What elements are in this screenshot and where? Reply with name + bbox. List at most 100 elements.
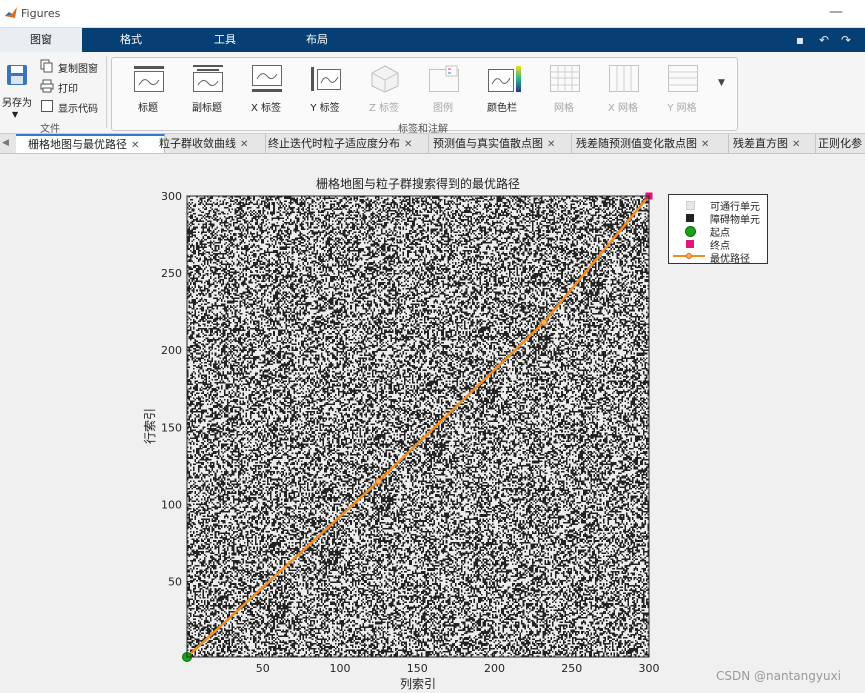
chart-title: 栅格地图与粒子群搜索得到的最优路径 bbox=[316, 176, 520, 191]
printer-icon bbox=[40, 79, 54, 93]
doc-tab-grid-map[interactable]: 栅格地图与最优路径 ✕ bbox=[16, 134, 165, 153]
x-axis-label: 列索引 bbox=[400, 677, 436, 691]
x-tick-label: 150 bbox=[407, 662, 428, 675]
doc-tab-label: 栅格地图与最优路径 bbox=[28, 138, 127, 151]
title-button[interactable]: 标题 bbox=[120, 62, 176, 114]
legend-marker-start bbox=[685, 226, 696, 237]
close-icon[interactable]: ✕ bbox=[547, 139, 555, 150]
show-code-label: 显示代码 bbox=[58, 104, 98, 115]
save-as-dropdown-icon[interactable]: ▼ bbox=[12, 110, 18, 119]
close-icon[interactable]: ✕ bbox=[131, 140, 139, 151]
ygrid-button[interactable]: Y 网格 bbox=[654, 62, 710, 114]
xlabel-button[interactable]: X 标签 bbox=[238, 62, 294, 114]
y-tick-label: 50 bbox=[168, 575, 182, 588]
xlabel-icon bbox=[252, 65, 282, 92]
legend-entry-obstacle: 障碍物单元 bbox=[669, 211, 767, 226]
x-tick-label: 50 bbox=[256, 662, 270, 675]
ylabel-button[interactable]: Y 标签 bbox=[297, 62, 353, 114]
undo-icon[interactable]: ↶ bbox=[816, 32, 832, 48]
legend-marker-obstacle bbox=[686, 214, 694, 222]
minimize-button[interactable]: — bbox=[829, 4, 843, 20]
doc-tab-residual-scatter[interactable]: 残差随预测值变化散点图 ✕ bbox=[570, 134, 729, 153]
y-tick-label: 200 bbox=[161, 344, 182, 357]
tab-figure[interactable]: 图窗 bbox=[0, 28, 82, 52]
path-waypoint bbox=[375, 477, 383, 485]
ygrid-button-label: Y 网格 bbox=[667, 103, 697, 114]
colorbar-button-label: 颜色栏 bbox=[487, 103, 517, 114]
save-as-button[interactable]: 另存为 ▼ bbox=[0, 58, 34, 120]
print-button[interactable]: 打印 bbox=[40, 78, 104, 96]
doc-tab-regularization[interactable]: 正则化参 bbox=[814, 134, 865, 153]
title-icon bbox=[134, 66, 164, 92]
doc-tab-residual-hist[interactable]: 残差直方图 ✕ bbox=[727, 134, 816, 153]
subtitle-button-label: 副标题 bbox=[192, 103, 222, 114]
doc-tab-label: 预测值与真实值散点图 bbox=[433, 137, 543, 150]
file-group: 另存为 ▼ 复制图窗 打印 显示代码 文件 bbox=[0, 52, 104, 135]
grid-button[interactable]: 网格 bbox=[536, 62, 592, 114]
ribbon-separator bbox=[106, 56, 107, 128]
legend-marker-free bbox=[686, 201, 695, 210]
copy-figure-button[interactable]: 复制图窗 bbox=[40, 58, 104, 76]
redo-icon[interactable]: ↷ bbox=[838, 32, 854, 48]
y-tick-label: 150 bbox=[161, 421, 182, 434]
y-tick-label: 300 bbox=[161, 190, 182, 203]
y-axis-label: 行索引 bbox=[143, 408, 157, 444]
doc-tab-pred-vs-true[interactable]: 预测值与真实值散点图 ✕ bbox=[427, 134, 572, 153]
colorbar-icon bbox=[488, 66, 521, 92]
show-code-checkbox[interactable]: 显示代码 bbox=[40, 98, 104, 116]
print-label: 打印 bbox=[58, 84, 78, 95]
figure-canvas: 栅格地图与粒子群搜索得到的最优路径 50 100 150 200 250 300 50 100… bbox=[0, 154, 865, 693]
doc-tab-label: 残差随预测值变化散点图 bbox=[576, 137, 697, 150]
ribbon-expand-icon[interactable]: ▼ bbox=[718, 78, 725, 88]
y-tick-label: 100 bbox=[161, 498, 182, 511]
tab-layout[interactable]: 布局 bbox=[272, 28, 362, 52]
zlabel-button-label: Z 标签 bbox=[368, 103, 400, 114]
legend-marker-path-dot bbox=[686, 253, 692, 259]
doc-tab-convergence[interactable]: 粒子群收敛曲线 ✕ bbox=[153, 134, 266, 153]
path-waypoint bbox=[540, 318, 548, 326]
tab-format[interactable]: 格式 bbox=[86, 28, 176, 52]
close-icon[interactable]: ✕ bbox=[792, 139, 800, 150]
close-icon[interactable]: ✕ bbox=[404, 139, 412, 150]
watermark: CSDN @nantangyuxi bbox=[716, 669, 842, 683]
tabs-scroll-left-icon[interactable]: ◀ bbox=[2, 134, 14, 153]
legend-entry-free: 可通行单元 bbox=[669, 198, 767, 213]
ylabel-button-label: Y 标签 bbox=[310, 103, 340, 114]
tab-tools[interactable]: 工具 bbox=[180, 28, 270, 52]
legend-button[interactable]: 图例 bbox=[415, 62, 471, 114]
doc-tab-label: 正则化参 bbox=[818, 137, 862, 150]
legend-label-path: 最优路径 bbox=[710, 254, 750, 265]
zlabel-icon bbox=[371, 65, 399, 93]
y-tick-label: 250 bbox=[161, 267, 182, 280]
legend-button-label: 图例 bbox=[433, 103, 453, 114]
legend-entry-goal: 终点 bbox=[669, 237, 767, 252]
checkbox-icon bbox=[41, 100, 53, 112]
zlabel-button[interactable]: Z 标签 bbox=[356, 62, 412, 114]
title-bar: Figures — bbox=[0, 0, 865, 28]
doc-tab-fitness[interactable]: 终止迭代时粒子适应度分布 ✕ bbox=[262, 134, 429, 153]
window-title: Figures bbox=[21, 7, 61, 20]
chart-legend[interactable]: 可通行单元 障碍物单元 起点 终点 最优路径 bbox=[668, 194, 768, 265]
x-tick-label: 250 bbox=[561, 662, 582, 675]
occupancy-grid bbox=[187, 196, 649, 657]
legend-marker-goal bbox=[686, 240, 694, 248]
xgrid-button[interactable]: X 网格 bbox=[595, 62, 651, 114]
copy-icon bbox=[40, 59, 53, 73]
save-icon[interactable]: ▪ bbox=[792, 32, 808, 48]
x-tick-label: 100 bbox=[329, 662, 350, 675]
grid-icon bbox=[550, 65, 580, 92]
doc-tab-label: 残差直方图 bbox=[733, 137, 788, 150]
close-icon[interactable]: ✕ bbox=[240, 139, 248, 150]
close-icon[interactable]: ✕ bbox=[701, 139, 709, 150]
labels-annotations-label: 标签和注解 bbox=[398, 124, 448, 135]
colorbar-button[interactable]: 颜色栏 bbox=[474, 62, 530, 114]
save-as-label: 另存为 bbox=[2, 98, 32, 109]
xgrid-icon bbox=[609, 65, 639, 92]
xgrid-button-label: X 网格 bbox=[607, 103, 639, 114]
subtitle-icon bbox=[193, 65, 223, 92]
save-as-icon bbox=[7, 65, 27, 85]
legend-icon bbox=[429, 65, 459, 92]
ribbon-tab-strip: 图窗 格式 工具 布局 ▪ ↶ ↷ bbox=[0, 28, 865, 52]
occupancy-grid-image bbox=[187, 196, 649, 657]
subtitle-button[interactable]: 副标题 bbox=[179, 62, 235, 114]
